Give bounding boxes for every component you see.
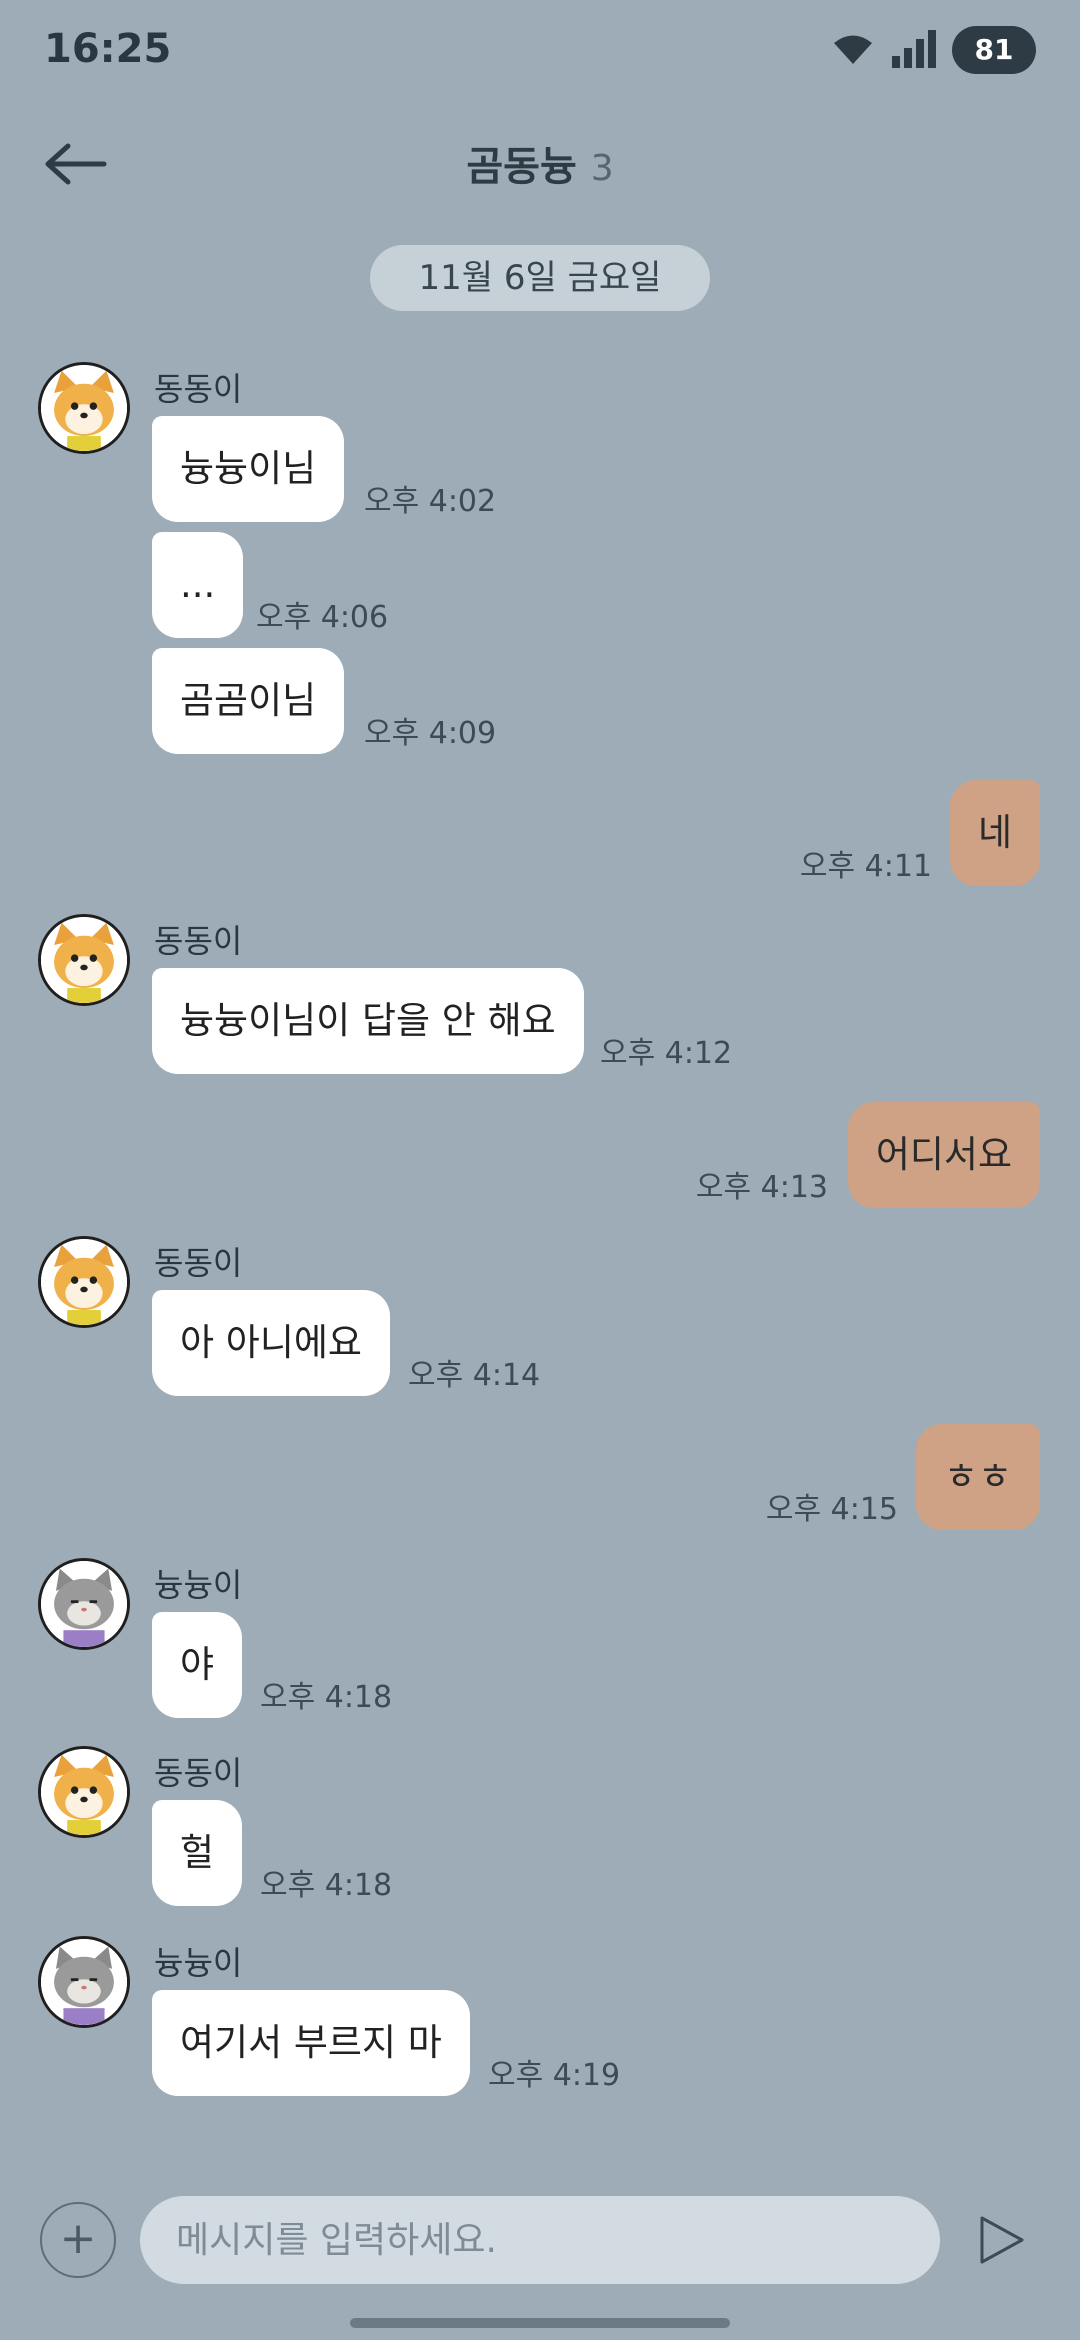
message-bubble-incoming[interactable]: 아 아니에요 xyxy=(152,1290,390,1396)
message-bubble-outgoing[interactable]: ㅎㅎ xyxy=(915,1424,1040,1530)
message-bubble-incoming[interactable]: 늉늉이님 xyxy=(152,416,345,522)
message-timestamp: 오후 4:14 xyxy=(408,1358,541,1393)
avatar[interactable] xyxy=(38,1236,130,1328)
message-timestamp: 오후 4:09 xyxy=(364,716,497,751)
sender-name: 동동이 xyxy=(154,922,243,960)
avatar[interactable] xyxy=(38,914,130,1006)
dog-avatar xyxy=(41,1239,127,1325)
message-bubble-incoming[interactable]: ... xyxy=(152,532,244,638)
wifi-icon xyxy=(834,35,872,64)
sender-name: 늉늉이 xyxy=(154,1566,243,1604)
status-time: 16:25 xyxy=(44,26,172,72)
message-timestamp: 오후 4:02 xyxy=(364,484,497,519)
message-timestamp: 오후 4:06 xyxy=(256,600,389,635)
dog-avatar xyxy=(41,917,127,1003)
message-timestamp: 오후 4:18 xyxy=(260,1680,393,1715)
sender-name: 동동이 xyxy=(154,1244,243,1282)
plus-icon[interactable]: + xyxy=(40,2202,116,2278)
avatar[interactable] xyxy=(38,362,130,454)
sender-name: 동동이 xyxy=(154,370,243,408)
battery-indicator: 81 xyxy=(952,26,1036,74)
sender-name: 늉늉이 xyxy=(154,1944,243,1982)
cat-avatar xyxy=(41,1561,127,1647)
dog-avatar xyxy=(41,365,127,451)
message-bubble-incoming[interactable]: 여기서 부르지 마 xyxy=(152,1990,470,2096)
message-timestamp: 오후 4:19 xyxy=(488,2058,621,2093)
status-bar: 16:25 81 xyxy=(0,0,1080,100)
home-indicator xyxy=(350,2318,730,2328)
message-input[interactable] xyxy=(140,2196,940,2284)
cat-avatar xyxy=(41,1939,127,2025)
message-timestamp: 오후 4:13 xyxy=(695,1170,828,1205)
send-icon[interactable] xyxy=(976,2214,1026,2266)
avatar[interactable] xyxy=(38,1558,130,1650)
chat-title-group: 곰동늉 3 xyxy=(0,134,1080,192)
message-bubble-incoming[interactable]: 야 xyxy=(152,1612,243,1718)
chat-header: 곰동늉 3 xyxy=(0,120,1080,210)
signal-icon xyxy=(892,30,936,68)
message-timestamp: 오후 4:12 xyxy=(600,1036,733,1071)
message-bubble-outgoing[interactable]: 어디서요 xyxy=(847,1102,1040,1208)
sender-name: 동동이 xyxy=(154,1754,243,1792)
message-bubble-incoming[interactable]: 헐 xyxy=(152,1800,243,1906)
dog-avatar xyxy=(41,1749,127,1835)
member-count: 3 xyxy=(590,148,614,189)
message-timestamp: 오후 4:18 xyxy=(260,1868,393,1903)
avatar[interactable] xyxy=(38,1936,130,2028)
message-bubble-incoming[interactable]: 늉늉이님이 답을 안 해요 xyxy=(152,968,584,1074)
message-bubble-incoming[interactable]: 곰곰이님 xyxy=(152,648,345,754)
message-timestamp: 오후 4:11 xyxy=(799,849,932,884)
message-composer: + xyxy=(0,2190,1080,2290)
message-timestamp: 오후 4:15 xyxy=(765,1492,898,1527)
date-divider: 11월 6일 금요일 xyxy=(370,245,710,311)
chat-title: 곰동늉 xyxy=(466,144,577,190)
avatar[interactable] xyxy=(38,1746,130,1838)
message-bubble-outgoing[interactable]: 네 xyxy=(949,780,1040,886)
